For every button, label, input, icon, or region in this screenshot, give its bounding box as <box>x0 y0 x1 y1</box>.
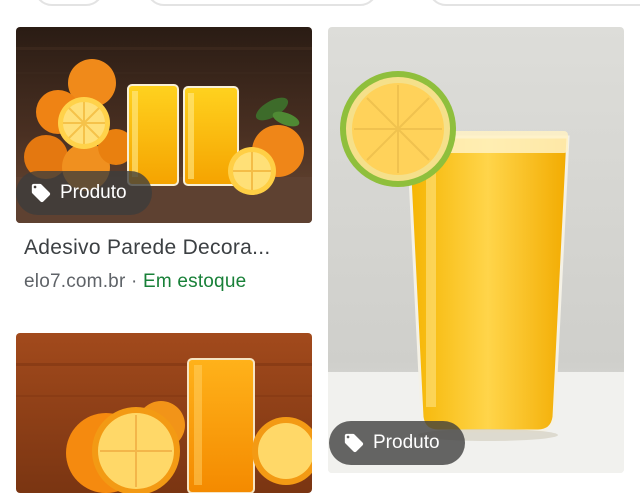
availability-label: Em estoque <box>142 271 247 292</box>
filter-chip[interactable] <box>34 0 104 6</box>
tag-icon <box>344 433 364 453</box>
meta-separator: · <box>125 271 143 292</box>
product-badge: Produto <box>329 421 465 465</box>
product-badge-label: Produto <box>373 432 440 453</box>
result-meta: elo7.com.br · Em estoque <box>24 271 246 293</box>
orange-juice-photo <box>16 333 312 493</box>
product-badge-label: Produto <box>60 182 127 203</box>
product-badge: Produto <box>16 171 152 215</box>
result-title[interactable]: Adesivo Parede Decora... <box>24 236 314 260</box>
filter-chip[interactable] <box>146 0 378 6</box>
filter-chip[interactable] <box>428 0 640 6</box>
result-image-orange-juice-wood[interactable] <box>16 333 312 493</box>
tag-icon <box>31 183 51 203</box>
juice-glass-photo <box>328 27 624 473</box>
result-source[interactable]: elo7.com.br <box>24 271 125 292</box>
result-image-juice-glass-lime[interactable] <box>328 27 624 473</box>
